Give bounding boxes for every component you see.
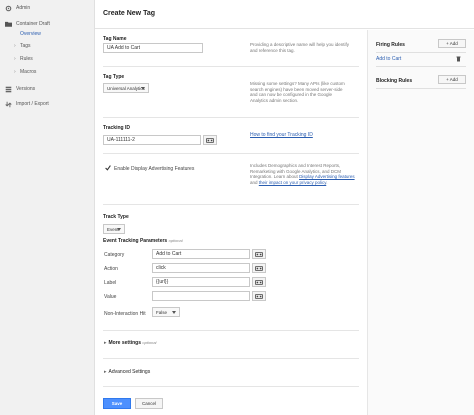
sidebar-item-tags[interactable]: › Tags [14, 43, 31, 49]
blocking-rules-title: Blocking Rules [376, 78, 413, 84]
chevron-down-icon [172, 311, 176, 314]
macro-picker-button[interactable] [252, 277, 266, 287]
display-advertising-features-link[interactable]: Display Advertising features [299, 174, 355, 179]
optional-tag: optional [168, 238, 183, 243]
non-interaction-select[interactable]: False [152, 307, 180, 317]
sidebar-item-admin[interactable]: Admin [0, 3, 94, 13]
save-button[interactable]: Save [103, 398, 131, 409]
section-divider [103, 358, 359, 359]
sidebar-item-versions[interactable]: Versions [0, 84, 94, 94]
track-type-select[interactable]: Event [103, 224, 125, 234]
trash-icon[interactable] [456, 56, 462, 62]
action-label: Action [104, 266, 118, 272]
display-advertising-help: Includes Demographics and Interest Repor… [250, 163, 355, 185]
sidebar-item-container-draft[interactable]: Container Draft [0, 19, 94, 29]
section-divider [103, 204, 359, 205]
tracking-id-label: Tracking ID [103, 125, 130, 131]
value-input[interactable] [152, 291, 250, 301]
sidebar-item-label: Container Draft [16, 21, 50, 27]
section-divider [103, 386, 359, 387]
category-label: Category [104, 252, 125, 258]
add-blocking-rule-button[interactable]: + Add [438, 75, 466, 84]
tracking-id-input[interactable]: UA-111111-2 [103, 135, 201, 145]
checkmark-icon [105, 165, 111, 171]
sidebar-item-import-export[interactable]: Import / Export [0, 99, 94, 109]
non-interaction-label: Non-Interaction Hit [104, 311, 146, 317]
value-label: Value [104, 294, 117, 300]
privacy-impact-link[interactable]: their impact on your privacy policy [259, 180, 326, 185]
sidebar-item-macros[interactable]: › Macros [14, 69, 36, 75]
sidebar: Admin Container Draft Overview › Tags › Ru… [0, 0, 95, 415]
event-params-label: Event Tracking Parameters optional [103, 238, 183, 244]
macro-picker-icon [255, 293, 263, 299]
tag-type-help: Missing some settings? Many APIs (like c… [250, 81, 345, 103]
action-input[interactable]: click [152, 263, 250, 273]
display-advertising-label: Enable Display Advertising Features [114, 166, 195, 172]
header-divider [95, 28, 474, 29]
page-title: Create New Tag [103, 10, 155, 17]
tracking-id-help-link[interactable]: How to find your Tracking ID [250, 132, 313, 138]
sidebar-item-rules[interactable]: › Rules [14, 56, 33, 62]
macro-picker-button[interactable] [203, 135, 217, 145]
macro-picker-icon [255, 279, 263, 285]
tag-type-select[interactable]: Universal Analytics [103, 83, 149, 93]
rules-panel: Firing Rules + Add Add to Cart Blocking … [367, 30, 474, 415]
macro-picker-button[interactable] [252, 249, 266, 259]
cancel-button[interactable]: Cancel [135, 398, 163, 409]
chevron-down-icon [117, 228, 121, 231]
section-divider [103, 330, 359, 331]
tag-type-label: Tag Type [103, 74, 125, 80]
panel-divider [376, 88, 466, 89]
firing-rule-item[interactable]: Add to Cart [376, 56, 401, 62]
sidebar-item-label: Admin [16, 5, 31, 11]
tag-name-input[interactable]: UA Add to Cart [103, 43, 203, 53]
section-divider [103, 117, 359, 118]
gear-icon [5, 5, 12, 12]
advanced-settings-toggle[interactable]: ▸ Advanced Settings [104, 369, 150, 375]
tag-name-label: Tag Name [103, 36, 127, 42]
macro-picker-icon [255, 251, 263, 257]
non-interaction-value: False [156, 309, 168, 315]
section-divider [103, 153, 359, 154]
track-type-label: Track Type [103, 214, 129, 220]
add-firing-rule-button[interactable]: + Add [438, 39, 466, 48]
import-export-icon [5, 101, 12, 108]
folder-icon [5, 21, 12, 28]
chevron-down-icon [141, 87, 145, 90]
macro-picker-button[interactable] [252, 291, 266, 301]
chevron-right-icon: ▸ [104, 369, 107, 375]
sidebar-item-label: Versions [16, 86, 36, 92]
tag-name-help: Providing a descriptive name will help y… [250, 42, 350, 53]
macro-picker-icon [206, 137, 214, 143]
firing-rules-title: Firing Rules [376, 42, 405, 48]
panel-divider [376, 52, 466, 53]
chevron-right-icon: ▸ [104, 340, 107, 346]
sidebar-item-overview[interactable]: Overview [20, 31, 41, 37]
macro-picker-button[interactable] [252, 263, 266, 273]
label-label: Label [104, 280, 117, 286]
section-divider [103, 66, 359, 67]
display-advertising-checkbox[interactable] [105, 165, 111, 171]
panel-divider [376, 66, 466, 67]
macro-picker-icon [255, 265, 263, 271]
sidebar-item-label: Import / Export [16, 101, 49, 107]
versions-icon [5, 86, 12, 93]
category-input[interactable]: Add to Cart [152, 249, 250, 259]
label-input[interactable]: {{url}} [152, 277, 250, 287]
tag-type-value: Universal Analytics [107, 85, 145, 91]
more-settings-toggle[interactable]: ▸ More settings optional [104, 340, 156, 346]
